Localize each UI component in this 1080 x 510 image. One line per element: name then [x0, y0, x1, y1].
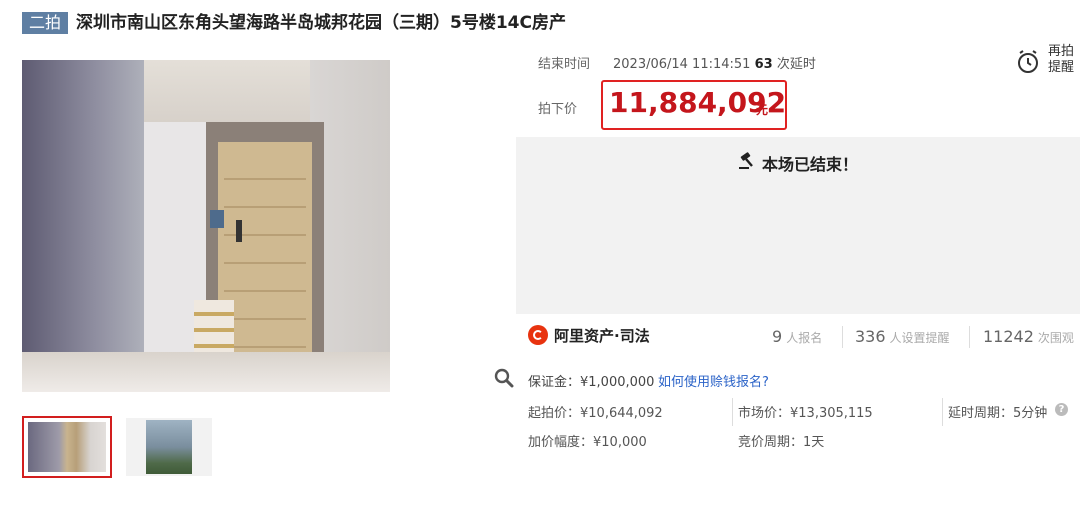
- main-property-photo[interactable]: [22, 60, 390, 392]
- market-price: 市场价：¥13,305,115: [738, 406, 873, 421]
- end-time-value: 2023/06/14 11:14:51 63 次延时: [613, 53, 816, 72]
- deposit-info: 保证金：¥1,000,000: [528, 375, 655, 390]
- end-time-datetime: 2023/06/14 11:14:51: [613, 57, 751, 72]
- help-icon[interactable]: ?: [1055, 403, 1068, 416]
- platform-name: 阿里资产·司法: [554, 327, 650, 345]
- delay-period: 延时周期：5分钟: [948, 406, 1048, 421]
- stat-divider: [842, 326, 843, 348]
- details-divider: [732, 398, 733, 426]
- bid-increment: 加价幅度：¥10,000: [528, 435, 647, 450]
- remind-line-2: 提醒: [1048, 60, 1075, 75]
- price-unit: 元: [756, 103, 769, 117]
- deposit-help-link[interactable]: 如何使用赊钱报名?: [658, 371, 769, 390]
- auction-ended-text: 本场已结束！: [762, 155, 859, 174]
- thumbnail-1-selected[interactable]: [22, 416, 112, 478]
- bid-period: 竞价周期：1天: [738, 435, 825, 450]
- thumbnail-2[interactable]: [126, 418, 212, 476]
- gavel-icon: [739, 152, 753, 169]
- auction-round-badge: 二拍: [22, 12, 68, 34]
- ali-assets-logo-icon: [528, 325, 548, 345]
- final-price-label: 拍下价: [538, 102, 578, 117]
- page-title: 深圳市南山区东角头望海路半岛城邦花园（三期）5号楼14C房产: [76, 13, 566, 33]
- details-divider: [942, 398, 943, 426]
- start-price: 起拍价：¥10,644,092: [528, 406, 663, 421]
- delay-suffix: 次延时: [776, 57, 816, 72]
- delay-count: 63: [754, 57, 773, 72]
- stat-divider: [969, 326, 970, 348]
- zoom-icon[interactable]: [492, 366, 516, 390]
- alarm-clock-icon[interactable]: [1016, 49, 1040, 75]
- stat-views: 11242 次围观: [983, 327, 1074, 346]
- stat-reminders: 336 人设置提醒: [855, 327, 950, 346]
- stat-registered: 9 人报名: [772, 327, 823, 346]
- end-time-label: 结束时间: [538, 57, 591, 72]
- remind-line-1: 再拍: [1048, 44, 1075, 59]
- remind-button[interactable]: 再拍 提醒: [1048, 44, 1074, 76]
